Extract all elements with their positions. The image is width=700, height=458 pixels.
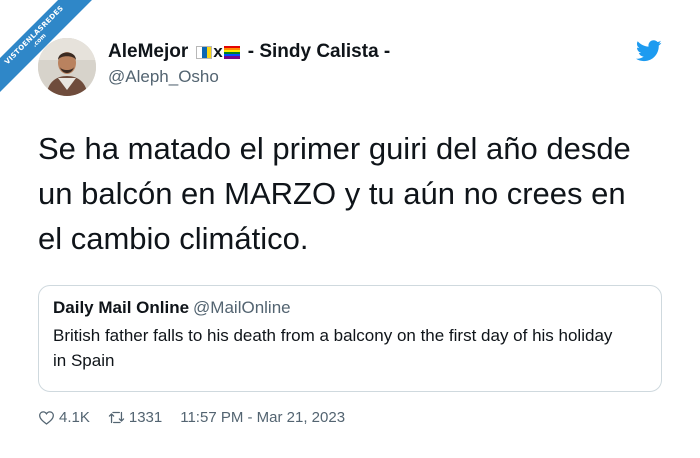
retweet-button[interactable]: 1331 — [108, 409, 162, 426]
tweet-footer: 4.1K 1331 11:57 PM - Mar 21, 2023 — [38, 409, 345, 426]
avatar[interactable] — [38, 38, 96, 96]
quoted-author-handle: @MailOnline — [193, 298, 291, 317]
retweet-count: 1331 — [128, 409, 163, 426]
display-name-x: x — [213, 42, 223, 61]
twitter-bird-icon[interactable] — [635, 40, 662, 62]
retweet-icon — [108, 411, 125, 424]
display-name[interactable]: AleMejor x - Sindy Calista - — [108, 40, 628, 64]
heart-icon — [39, 411, 54, 425]
quoted-tweet-text: British father falls to his death from a… — [53, 326, 613, 370]
quoted-tweet-header: Daily Mail Online @MailOnline — [53, 297, 647, 319]
like-count: 4.1K — [59, 409, 90, 426]
tweet-header: AleMejor x - Sindy Calista - @Aleph_Osho — [108, 40, 628, 88]
tweet-text: Se ha matado el primer guiri del año des… — [38, 131, 631, 256]
rainbow-flag-icon — [223, 45, 240, 59]
display-name-prefix: AleMejor — [108, 41, 189, 62]
quoted-author-name: Daily Mail Online — [53, 298, 190, 317]
tweet-timestamp[interactable]: 11:57 PM - Mar 21, 2023 — [180, 409, 345, 426]
display-name-suffix: - Sindy Calista - — [247, 41, 391, 62]
user-handle[interactable]: @Aleph_Osho — [108, 66, 628, 88]
quoted-tweet[interactable]: Daily Mail Online @MailOnline British fat… — [38, 285, 662, 392]
canary-islands-flag-icon — [196, 45, 213, 59]
like-button[interactable]: 4.1K — [38, 409, 90, 426]
avatar-image — [38, 38, 96, 96]
